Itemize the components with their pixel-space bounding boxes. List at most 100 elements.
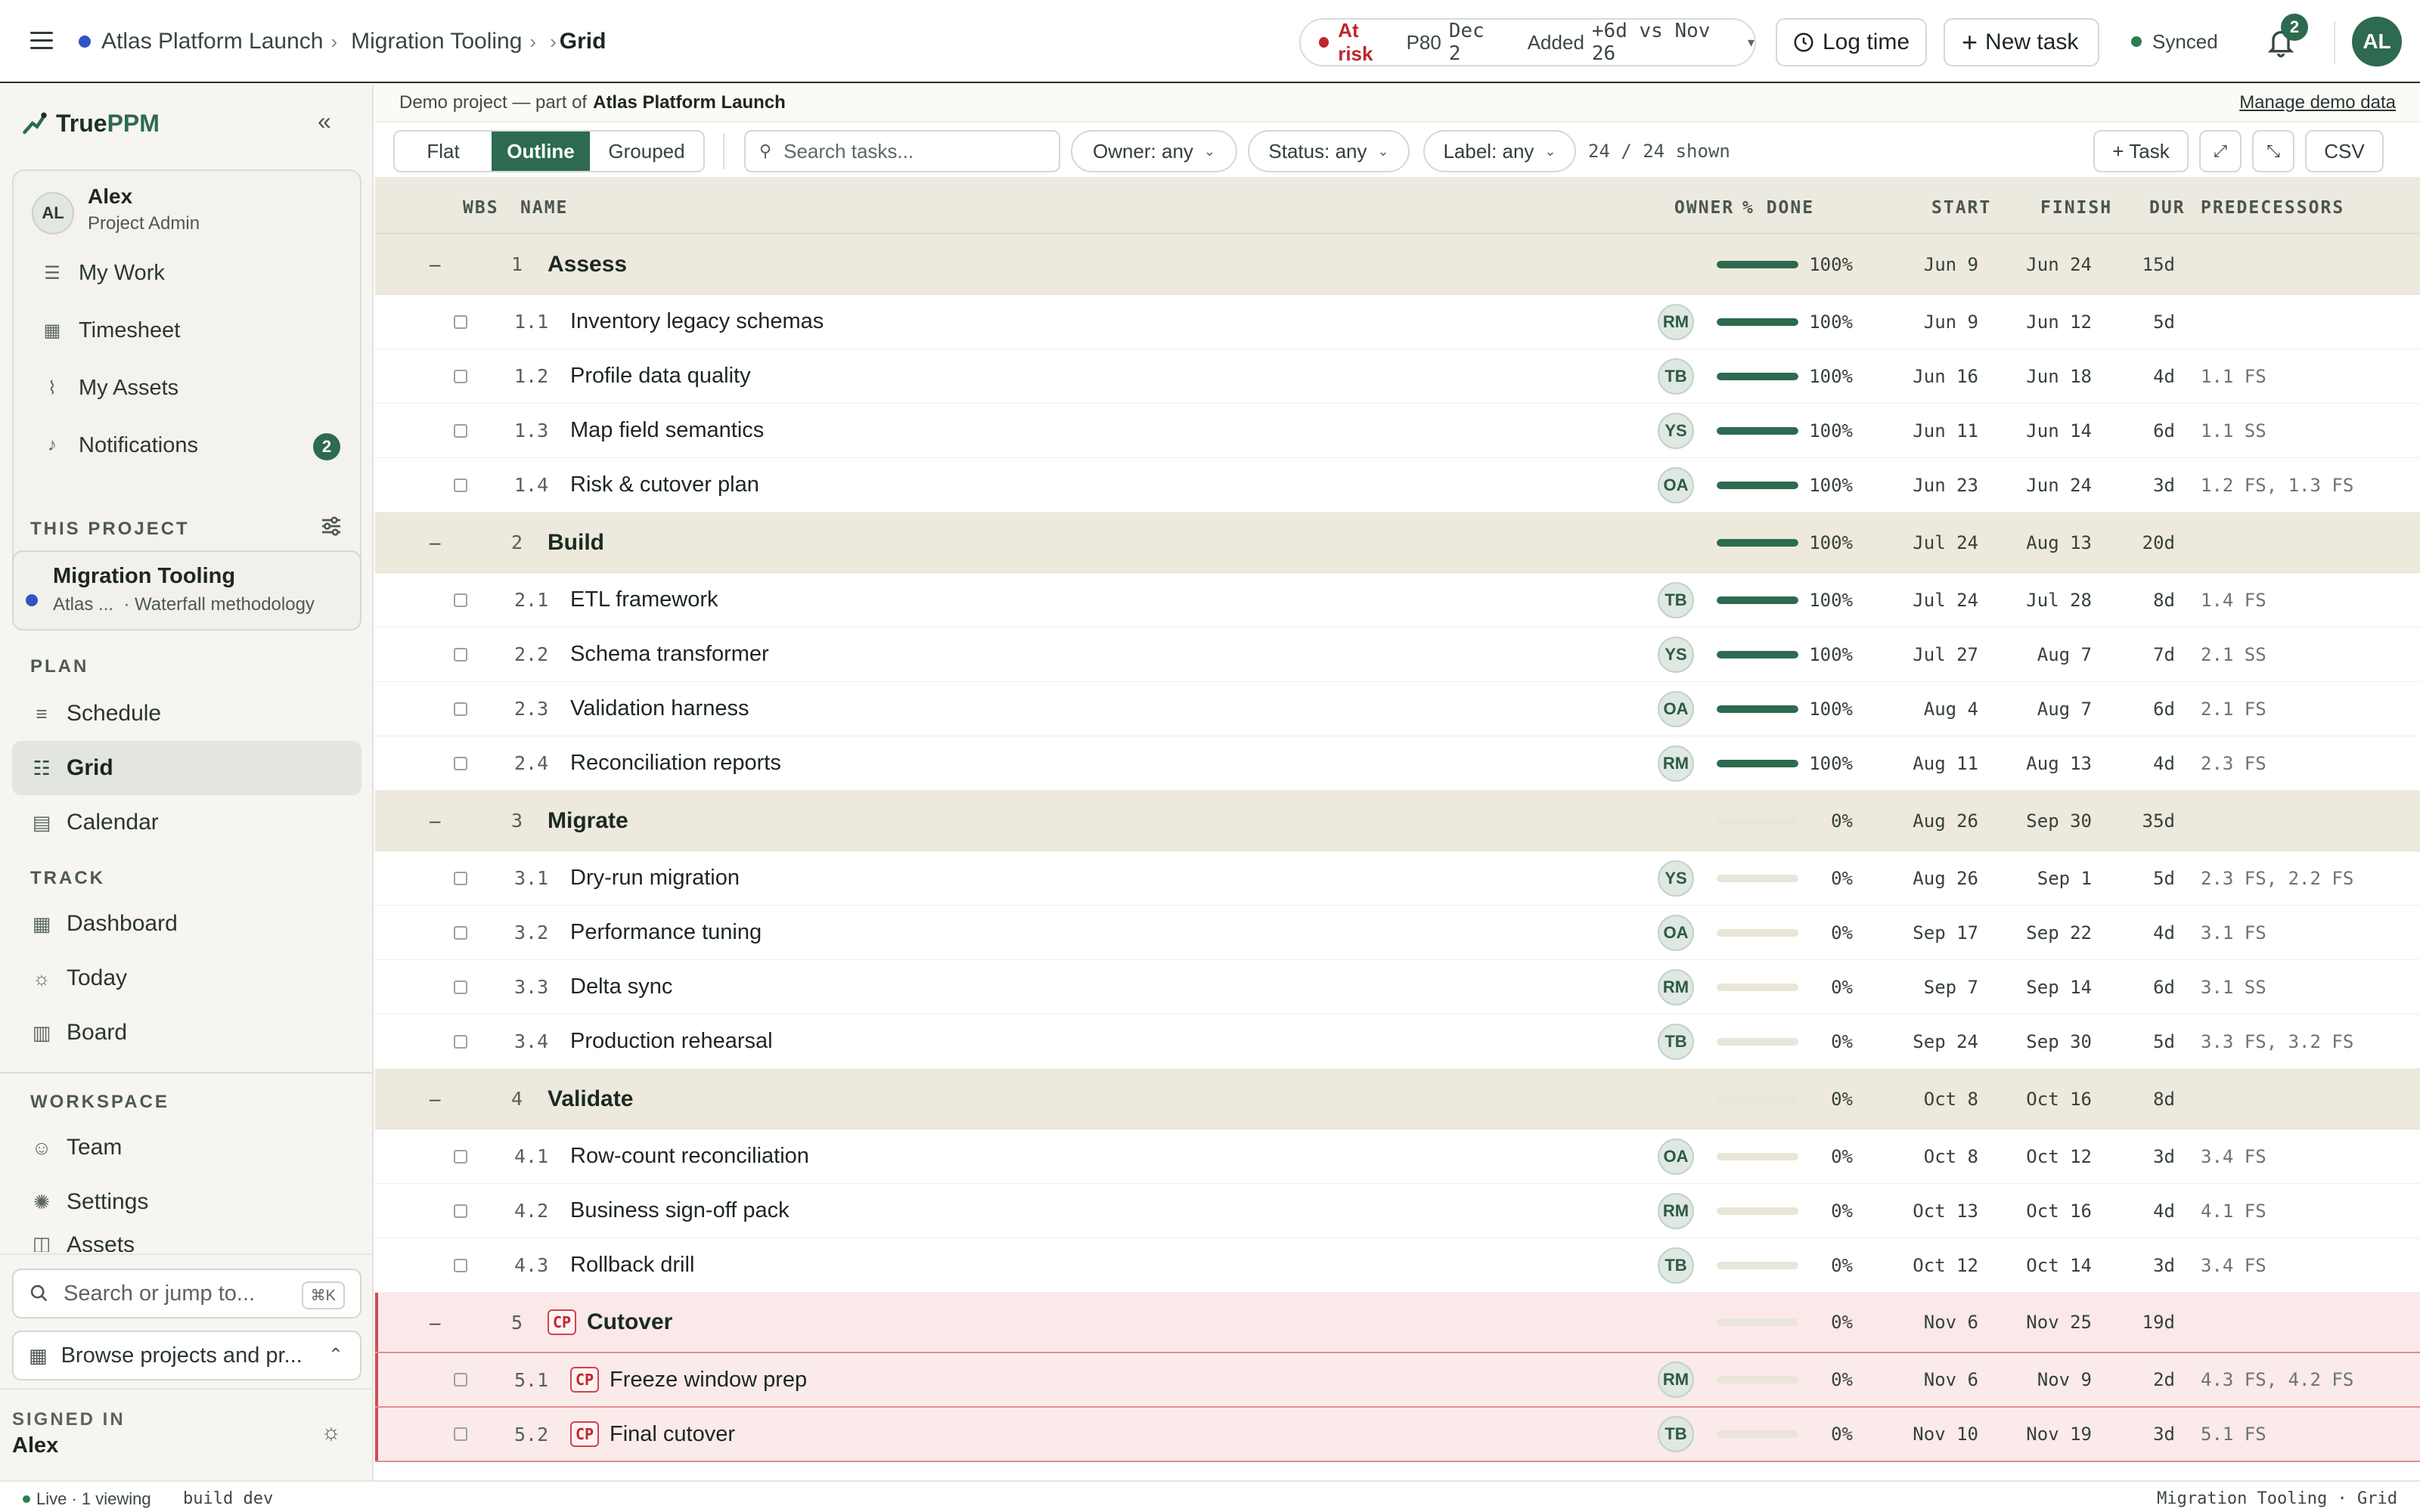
start-date[interactable]: Jun 11 bbox=[1888, 404, 1978, 457]
task-row[interactable]: 1.2 Profile data quality TB 100% Jun 16 Jun 1… bbox=[375, 349, 2420, 404]
task-search-input[interactable]: ⚲ Search tasks... bbox=[744, 130, 1060, 172]
task-row[interactable]: 2.4 Reconciliation reports RM 100% Aug 11 Aug… bbox=[375, 736, 2420, 791]
finish-date[interactable]: Sep 1 bbox=[2001, 851, 2092, 905]
predecessors[interactable]: 3.4 FS bbox=[2201, 1129, 2266, 1183]
predecessors[interactable]: 4.3 FS, 4.2 FS bbox=[2201, 1353, 2353, 1406]
col-predecessors[interactable]: PREDECESSORS bbox=[2201, 198, 2344, 218]
row-checkbox[interactable] bbox=[454, 871, 467, 885]
phase-row[interactable]: – 2 Build 100% Jul 24 Aug 13 20d bbox=[375, 513, 2420, 573]
label-filter[interactable]: Label: any ⌄ bbox=[1423, 130, 1576, 172]
task-row[interactable]: 4.2 Business sign-off pack RM 0% Oct 13 Oct 1… bbox=[375, 1184, 2420, 1238]
duration[interactable]: 15d bbox=[2114, 234, 2175, 294]
finish-date[interactable]: Jun 24 bbox=[2001, 458, 2092, 512]
finish-date[interactable]: Oct 14 bbox=[2001, 1238, 2092, 1292]
task-row[interactable]: 2.2 Schema transformer YS 100% Jul 27 Aug 7 7d… bbox=[375, 627, 2420, 682]
owner-avatar[interactable]: YS bbox=[1658, 412, 1694, 449]
phase-row[interactable]: – 3 Migrate 0% Aug 26 Sep 30 35d bbox=[375, 791, 2420, 851]
nav-my-assets[interactable]: ⌇ My Assets bbox=[20, 364, 355, 411]
finish-date[interactable]: Nov 9 bbox=[2001, 1353, 2092, 1406]
owner-avatar[interactable]: OA bbox=[1658, 466, 1694, 503]
predecessors[interactable]: 1.1 SS bbox=[2201, 404, 2266, 457]
task-name[interactable]: Performance tuning bbox=[570, 906, 762, 959]
task-name[interactable]: Profile data quality bbox=[570, 349, 751, 403]
duration[interactable]: 2d bbox=[2114, 1353, 2175, 1406]
nav-grid[interactable]: ☷ Grid bbox=[12, 741, 361, 795]
owner-avatar[interactable]: OA bbox=[1658, 690, 1694, 727]
duration[interactable]: 5d bbox=[2114, 851, 2175, 905]
phase-row[interactable]: – 5 CP Cutover 0% Nov 6 Nov 25 19d bbox=[375, 1293, 2420, 1353]
duration[interactable]: 35d bbox=[2114, 791, 2175, 850]
predecessors[interactable]: 1.2 FS, 1.3 FS bbox=[2201, 458, 2353, 512]
predecessors[interactable]: 2.1 FS bbox=[2201, 682, 2266, 736]
breadcrumb-project[interactable]: Migration Tooling bbox=[351, 29, 522, 54]
duration[interactable]: 8d bbox=[2114, 573, 2175, 627]
start-date[interactable]: Aug 26 bbox=[1888, 851, 1978, 905]
start-date[interactable]: Oct 8 bbox=[1888, 1069, 1978, 1129]
task-name[interactable]: Build bbox=[548, 513, 604, 572]
predecessors[interactable]: 5.1 FS bbox=[2201, 1408, 2266, 1461]
col-done[interactable]: % DONE bbox=[1742, 198, 1814, 218]
task-row[interactable]: 3.2 Performance tuning OA 0% Sep 17 Sep 22 4d 3… bbox=[375, 906, 2420, 960]
duration[interactable]: 6d bbox=[2114, 682, 2175, 736]
collapse-toggle-icon[interactable]: – bbox=[430, 234, 440, 294]
collapse-sidebar-icon[interactable]: « bbox=[318, 107, 331, 135]
task-row[interactable]: 5.1 CP Freeze window prep RM 0% Nov 6 Nov 9 2d 4… bbox=[375, 1353, 2420, 1408]
predecessors[interactable]: 3.1 SS bbox=[2201, 960, 2266, 1014]
nav-dashboard[interactable]: ▦ Dashboard bbox=[12, 897, 361, 951]
view-outline-tab[interactable]: Outline bbox=[492, 132, 590, 171]
finish-date[interactable]: Aug 7 bbox=[2001, 682, 2092, 736]
finish-date[interactable]: Sep 14 bbox=[2001, 960, 2092, 1014]
project-card[interactable]: Migration Tooling Atlas ... · Waterfall … bbox=[12, 550, 361, 631]
user-avatar[interactable]: AL bbox=[2352, 17, 2402, 67]
task-name[interactable]: CP Final cutover bbox=[570, 1408, 735, 1461]
start-date[interactable]: Nov 6 bbox=[1888, 1293, 1978, 1352]
finish-date[interactable]: Jun 12 bbox=[2001, 295, 2092, 349]
task-row[interactable]: 3.4 Production rehearsal TB 0% Sep 24 Sep 30 5… bbox=[375, 1015, 2420, 1069]
task-row[interactable]: 4.3 Rollback drill TB 0% Oct 12 Oct 14 3d 3.4 F… bbox=[375, 1238, 2420, 1293]
row-checkbox[interactable] bbox=[454, 1034, 467, 1049]
phase-row[interactable]: – 4 Validate 0% Oct 8 Oct 16 8d bbox=[375, 1069, 2420, 1129]
task-name[interactable]: ETL framework bbox=[570, 573, 718, 627]
start-date[interactable]: Oct 12 bbox=[1888, 1238, 1978, 1292]
col-finish[interactable]: FINISH bbox=[2040, 198, 2112, 218]
duration[interactable]: 19d bbox=[2114, 1293, 2175, 1352]
phase-row[interactable]: – 1 Assess 100% Jun 9 Jun 24 15d bbox=[375, 234, 2420, 295]
task-name[interactable]: Dry-run migration bbox=[570, 851, 740, 905]
owner-avatar[interactable]: OA bbox=[1658, 1138, 1694, 1175]
owner-avatar[interactable]: RM bbox=[1658, 303, 1694, 340]
new-task-button[interactable]: + New task bbox=[1944, 18, 2099, 67]
row-checkbox[interactable] bbox=[454, 369, 467, 383]
start-date[interactable]: Jul 24 bbox=[1888, 573, 1978, 627]
duration[interactable]: 5d bbox=[2114, 295, 2175, 349]
task-name[interactable]: Inventory legacy schemas bbox=[570, 295, 824, 349]
owner-avatar[interactable]: OA bbox=[1658, 914, 1694, 951]
start-date[interactable]: Sep 7 bbox=[1888, 960, 1978, 1014]
predecessors[interactable]: 2.3 FS bbox=[2201, 736, 2266, 790]
task-row[interactable]: 3.1 Dry-run migration YS 0% Aug 26 Sep 1 5d 2.3… bbox=[375, 851, 2420, 906]
predecessors[interactable]: 1.1 FS bbox=[2201, 349, 2266, 403]
duration[interactable]: 4d bbox=[2114, 906, 2175, 959]
task-row[interactable]: 1.4 Risk & cutover plan OA 100% Jun 23 Jun 24… bbox=[375, 458, 2420, 513]
status-filter[interactable]: Status: any ⌄ bbox=[1248, 130, 1410, 172]
start-date[interactable]: Aug 4 bbox=[1888, 682, 1978, 736]
task-name[interactable]: Reconciliation reports bbox=[570, 736, 781, 790]
owner-avatar[interactable]: RM bbox=[1658, 745, 1694, 782]
nav-assets[interactable]: ◫ Assets bbox=[12, 1229, 361, 1252]
predecessors[interactable]: 4.1 FS bbox=[2201, 1184, 2266, 1238]
col-name[interactable]: NAME bbox=[520, 198, 568, 218]
start-date[interactable]: Jun 9 bbox=[1888, 295, 1978, 349]
start-date[interactable]: Oct 8 bbox=[1888, 1129, 1978, 1183]
row-checkbox[interactable] bbox=[454, 314, 467, 329]
start-date[interactable]: Sep 17 bbox=[1888, 906, 1978, 959]
demo-program[interactable]: Atlas Platform Launch bbox=[593, 92, 786, 113]
duration[interactable]: 7d bbox=[2114, 627, 2175, 681]
manage-demo-link[interactable]: Manage demo data bbox=[2239, 92, 2396, 113]
row-checkbox[interactable] bbox=[454, 478, 467, 492]
duration[interactable]: 4d bbox=[2114, 1184, 2175, 1238]
duration[interactable]: 6d bbox=[2114, 404, 2175, 457]
task-row[interactable]: 1.3 Map field semantics YS 100% Jun 11 Jun 14… bbox=[375, 404, 2420, 458]
finish-date[interactable]: Sep 22 bbox=[2001, 906, 2092, 959]
brand-logo[interactable]: True PPM bbox=[21, 106, 160, 141]
nav-timesheet[interactable]: ▦ Timesheet bbox=[20, 307, 355, 354]
owner-avatar[interactable]: YS bbox=[1658, 860, 1694, 897]
